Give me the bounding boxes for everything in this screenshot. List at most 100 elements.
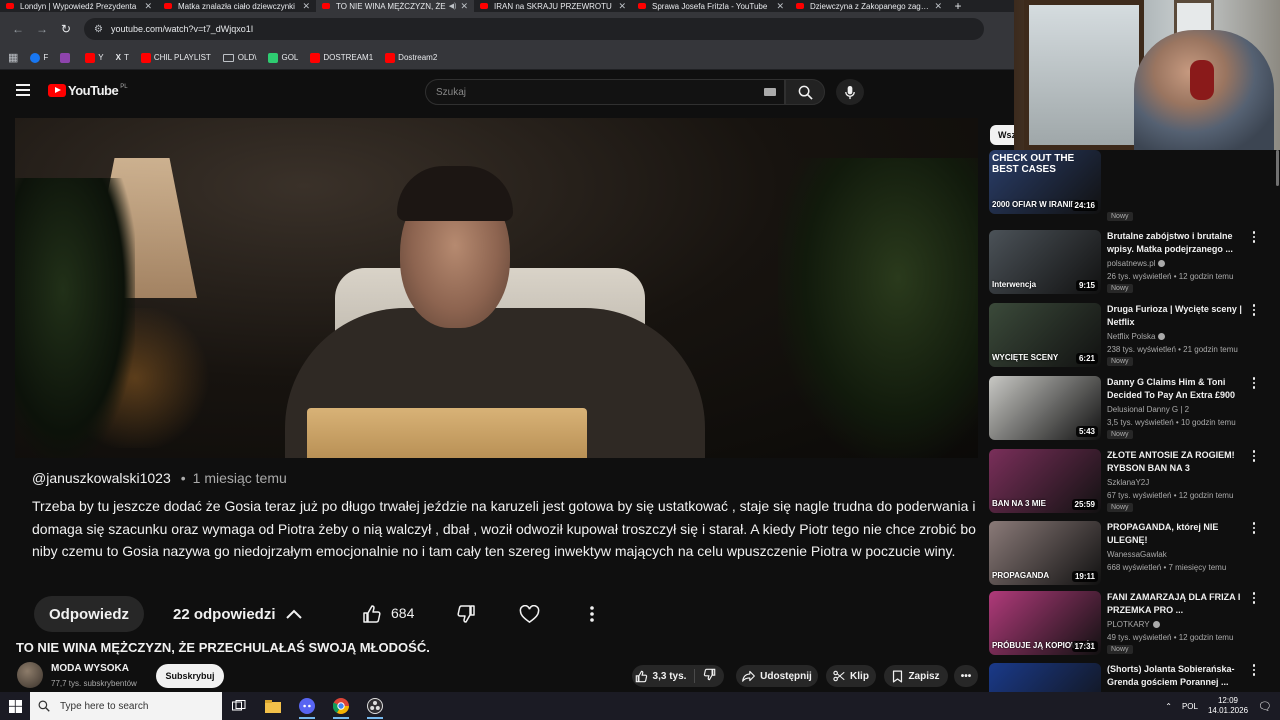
chrome-icon[interactable] [324,692,358,720]
more-options-icon[interactable] [1251,376,1257,390]
bookmark-item[interactable]: XT [116,53,129,62]
obs-icon[interactable] [358,692,392,720]
browser-tab[interactable]: IRAN na SKRAJU PRZEWROTU ✕ [474,0,632,12]
recommendation-item[interactable]: 5:43 Danny G Claims Him & Toni Decided To… [989,376,1269,444]
channel-avatar[interactable] [17,662,43,688]
video-thumbnail[interactable]: CHECK OUT THE BEST CASES 2000 OFIAR W IRA… [989,150,1101,214]
start-button[interactable] [0,692,30,720]
taskbar-search-input[interactable]: Type here to search [30,692,222,720]
browser-tab[interactable]: Sprawa Josefa Fritzla - YouTube ✕ [632,0,790,12]
comment-dislike-button[interactable] [452,600,480,628]
language-indicator[interactable]: POL [1182,702,1198,711]
video-thumbnail[interactable]: 5:43 [989,376,1101,440]
recommendation-title[interactable]: FANI ZAMARZAJĄ DLA FRIZA I PRZEMKA PRO .… [1107,591,1243,617]
bookmark-item[interactable]: Dostream2 [385,52,437,63]
more-options-icon[interactable] [1251,303,1257,317]
search-input[interactable]: Szukaj [425,79,785,105]
site-settings-icon[interactable]: ⚙ [94,24,103,35]
recommendation-item[interactable]: PRÓBUJE JĄ KOPIOWAĆ? 17:31 FANI ZAMARZAJĄ … [989,591,1269,659]
video-player[interactable] [15,118,978,458]
video-like-button[interactable]: 3,3 tys. [635,670,686,683]
video-thumbnail[interactable]: BAN NA 3 MIE 25:59 [989,449,1101,513]
recommendation-channel[interactable]: PLOTKARY [1107,620,1160,629]
bookmark-item[interactable]: DOSTREAM1 [310,52,373,63]
close-icon[interactable]: ✕ [302,1,310,12]
menu-icon[interactable] [16,84,30,96]
forward-arrow-icon[interactable]: → [30,22,54,36]
more-options-icon[interactable] [1251,591,1257,605]
recommendation-channel[interactable]: Netflix Polska [1107,332,1166,341]
recommendation-item[interactable]: PROPAGANDA 19:11 PROPAGANDA, której NIE UL… [989,521,1269,589]
recommendation-title[interactable]: (Shorts) Jolanta Sobierańska-Grenda gośc… [1107,663,1243,689]
more-options-icon[interactable] [1251,521,1257,535]
clock[interactable]: 12:09 14.01.2026 [1208,696,1248,716]
recommendation-channel[interactable]: WanessaGawlak [1107,550,1167,559]
browser-tab[interactable]: Matka znalazła ciało dziewczynki ✕ [158,0,316,12]
more-options-icon[interactable] [1251,449,1257,463]
save-button[interactable]: Zapisz [884,665,948,687]
close-icon[interactable]: ✕ [460,1,468,12]
bookmark-folder[interactable]: OLD\ [222,53,257,62]
recommendation-title[interactable]: Druga Furioza | Wycięte sceny | Netflix [1107,303,1243,329]
url-field[interactable]: ⚙ youtube.com/watch?v=t7_dWjqxo1I [84,18,984,40]
channel-name[interactable]: MODA WYSOKA [51,663,129,674]
close-icon[interactable]: ✕ [144,1,152,12]
comment-author[interactable]: @januszkowalski1023 [32,470,171,486]
video-thumbnail[interactable]: PROPAGANDA 19:11 [989,521,1101,585]
recommendation-title[interactable]: Danny G Claims Him & Toni Decided To Pay… [1107,376,1243,403]
more-options-icon[interactable] [1251,663,1257,677]
more-options-icon[interactable] [1251,230,1257,244]
recommendation-channel[interactable]: polsatnews.pl [1107,259,1166,268]
sidebar-scrollbar[interactable] [1276,150,1279,186]
scissors-icon [833,670,845,682]
clip-button[interactable]: Klip [826,665,876,687]
system-tray: ⌃ POL 12:09 14.01.2026 🗨 [1165,692,1280,720]
close-icon[interactable]: ✕ [934,1,942,12]
video-thumbnail[interactable]: PRÓBUJE JĄ KOPIOWAĆ? 17:31 [989,591,1101,655]
close-icon[interactable]: ✕ [776,1,784,12]
recommendation-item[interactable]: Interwencja 9:15 Brutalne zabójstwo i brut… [989,230,1269,298]
search-button[interactable] [785,79,825,105]
apps-grid-icon[interactable]: ▦ [8,51,18,64]
browser-tab-active[interactable]: TO NIE WINA MĘŻCZYZN, ŻE ◀) ✕ [316,0,474,12]
video-dislike-button[interactable] [703,668,721,684]
bookmark-label: OLD\ [237,53,257,62]
recommendation-channel[interactable]: Delusional Danny G | 2 [1107,405,1189,414]
bookmark-item[interactable]: CHIL PLAYLIST [140,52,211,63]
recommendation-title[interactable]: PROPAGANDA, której NIE ULEGNĘ! [1107,521,1243,547]
replies-toggle[interactable]: 22 odpowiedzi [173,596,302,632]
reply-button[interactable]: Odpowiedz [34,596,144,632]
subscribe-button[interactable]: Subskrybuj [156,664,224,688]
browser-tab[interactable]: Londyn | Wypowiedź Prezydenta ✕ [0,0,158,12]
discord-icon[interactable] [290,692,324,720]
bookmark-item[interactable]: Y [85,52,104,63]
heart-button[interactable] [515,600,543,628]
bookmark-item[interactable] [60,52,73,63]
bookmark-item[interactable]: GOL [268,52,298,63]
video-thumbnail[interactable]: WYCIĘTE SCENY 6:21 [989,303,1101,367]
notifications-icon[interactable]: 🗨 [1258,700,1272,713]
keyboard-icon[interactable] [764,88,776,96]
more-options-icon[interactable] [580,600,604,628]
recommendation-item[interactable]: BAN NA 3 MIE 25:59 ZŁOTE ANTOSIE ZA ROGIEM… [989,449,1269,517]
bookmark-item[interactable]: F [30,52,48,63]
more-actions-button[interactable]: ••• [954,665,978,687]
reload-icon[interactable]: ↻ [54,22,78,36]
recommendation-channel[interactable]: SzklanaY2J [1107,478,1149,487]
back-arrow-icon[interactable]: ← [6,22,30,36]
file-explorer-icon[interactable] [256,692,290,720]
video-thumbnail[interactable]: Interwencja 9:15 [989,230,1101,294]
comment-like-button[interactable] [358,600,386,628]
close-icon[interactable]: ✕ [618,1,626,12]
recommendation-item[interactable]: WYCIĘTE SCENY 6:21 Druga Furioza | Wycięte… [989,303,1269,371]
tray-overflow-icon[interactable]: ⌃ [1165,702,1172,711]
speaker-icon[interactable]: ◀) [449,2,457,10]
share-button[interactable]: Udostępnij [736,665,818,687]
task-view-icon[interactable] [222,692,256,720]
recommendation-title[interactable]: ZŁOTE ANTOSIE ZA ROGIEM! RYBSON BAN NA 3… [1107,449,1243,476]
voice-search-button[interactable] [836,79,864,105]
youtube-logo[interactable]: YouTube PL [48,83,128,98]
browser-tab[interactable]: Dziewczyna z Zakopanego zaginęła ✕ [790,0,948,12]
recommendation-item[interactable]: CHECK OUT THE BEST CASES 2000 OFIAR W IRA… [989,150,1269,221]
recommendation-title[interactable]: Brutalne zabójstwo i brutalne wpisy. Mat… [1107,230,1243,256]
